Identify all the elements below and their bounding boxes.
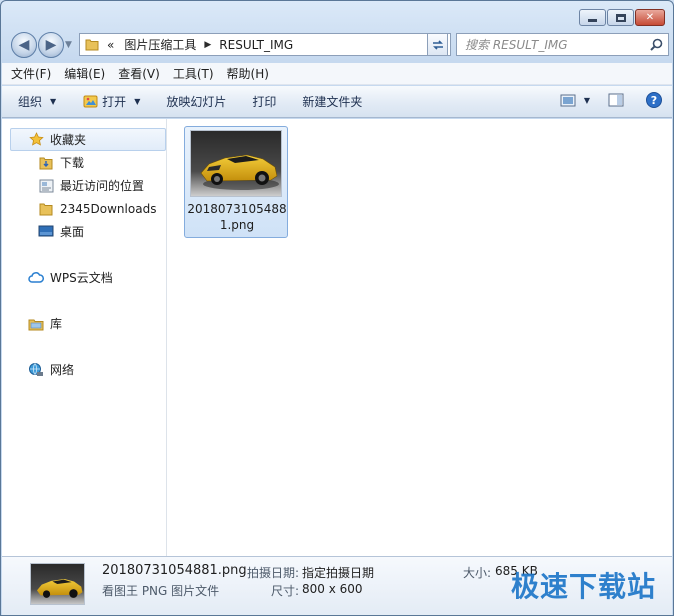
organize-button[interactable]: 组织 ▼ (18, 93, 56, 110)
forward-button[interactable]: ▶ (38, 32, 64, 58)
menu-help[interactable]: 帮助(H) (227, 65, 269, 82)
details-file-name: 20180731054881.png (102, 563, 247, 578)
details-dims-label: 尺寸: (271, 584, 300, 598)
desktop-icon (38, 224, 54, 240)
refresh-icon (432, 39, 443, 50)
close-button[interactable]: ✕ (635, 9, 665, 26)
forward-arrow-icon: ▶ (45, 37, 57, 53)
help-button[interactable]: ? (646, 92, 662, 108)
slideshow-button[interactable]: 放映幻灯片 (166, 93, 226, 110)
recent-places-icon (38, 178, 54, 194)
chevron-down-icon: ▼ (583, 95, 590, 105)
sidebar-item-desktop[interactable]: 桌面 (38, 220, 84, 243)
cloud-icon (28, 270, 44, 286)
chevron-down-icon: ▼ (134, 97, 141, 106)
details-size-label: 大小: (463, 566, 492, 580)
sidebar-item-library[interactable]: 库 (28, 312, 62, 335)
sidebar-item-label: WPS云文档 (50, 271, 113, 285)
open-label: 打开 (102, 95, 127, 109)
details-pane: 20180731054881.png 看图王 PNG 图片文件 拍摄日期: 指定… (2, 556, 672, 615)
back-button[interactable]: ◀ (11, 32, 37, 58)
back-arrow-icon: ◀ (18, 37, 30, 53)
sidebar-item-favorites[interactable]: 收藏夹 (10, 128, 166, 151)
folder-icon (38, 201, 54, 217)
main-area: 收藏夹 下载 最近访问的位置 2345Downloads 桌面 WPS云文档 库… (2, 119, 672, 556)
preview-pane-button[interactable] (608, 93, 624, 107)
details-date-value[interactable]: 指定拍摄日期 (302, 564, 374, 581)
sidebar-item-network[interactable]: 网络 (28, 358, 74, 381)
sidebar-item-label: 2345Downloads (60, 201, 157, 216)
sidebar-item-label: 下载 (60, 156, 85, 170)
view-controls: ▼ ? (560, 92, 662, 108)
sidebar-item-2345downloads[interactable]: 2345Downloads (38, 197, 156, 220)
yellow-suv-image-icon (31, 564, 84, 604)
search-placeholder: 搜索 RESULT_IMG (465, 38, 568, 52)
command-bar: 组织 ▼ 打开 ▼ 放映幻灯片 打印 新建文件夹 ▼ ? (2, 86, 672, 118)
chevron-down-icon: ▼ (50, 97, 57, 106)
file-list-area[interactable]: 20180731054881.png (168, 119, 664, 556)
file-thumbnail (190, 130, 282, 197)
address-row: ◀ ▶ ▼ « 图片压缩工具 ▶ RESULT_IMG ▼ 搜索 RESULT_… (9, 31, 669, 59)
recent-pages-dropdown[interactable]: ▼ (65, 40, 72, 50)
sidebar-item-label: 网络 (50, 363, 75, 377)
sidebar-item-recent-places[interactable]: 最近访问的位置 (38, 174, 144, 197)
site-watermark-logo: 极速下载站 (510, 570, 656, 603)
sidebar-item-downloads[interactable]: 下载 (38, 151, 84, 174)
slideshow-label: 放映幻灯片 (166, 95, 227, 109)
folder-icon (84, 37, 100, 53)
image-viewer-icon (82, 94, 98, 110)
search-input[interactable]: 搜索 RESULT_IMG (456, 33, 669, 56)
maximize-icon (615, 13, 626, 22)
vertical-scrollbar[interactable] (666, 119, 672, 556)
sidebar-item-label: 收藏夹 (50, 133, 87, 147)
details-dims-value: 800 x 600 (302, 582, 363, 596)
breadcrumb-overflow[interactable]: « (102, 34, 119, 55)
file-item[interactable]: 20180731054881.png (184, 126, 288, 238)
breadcrumb-item-image-tool[interactable]: 图片压缩工具 (119, 34, 201, 55)
help-icon: ? (646, 92, 662, 108)
address-bar[interactable]: « 图片压缩工具 ▶ RESULT_IMG ▼ (79, 33, 451, 56)
print-label: 打印 (252, 95, 277, 109)
caption-buttons: ✕ (578, 9, 665, 26)
menu-bar: 文件(F) 编辑(E) 查看(V) 工具(T) 帮助(H) (2, 63, 672, 85)
details-file-type: 看图王 PNG 图片文件 (102, 584, 220, 598)
download-folder-icon (38, 155, 54, 171)
svg-text:?: ? (651, 94, 657, 107)
star-icon (28, 132, 44, 148)
menu-view[interactable]: 查看(V) (118, 65, 160, 82)
network-icon (28, 362, 44, 378)
library-icon (28, 316, 44, 332)
minimize-button[interactable] (579, 9, 606, 26)
explorer-window: ✕ ◀ ▶ ▼ « 图片压缩工具 ▶ RESULT_IMG ▼ 搜索 RESUL… (0, 0, 674, 616)
preview-pane-icon (608, 93, 624, 107)
search-icon[interactable] (650, 38, 663, 51)
menu-edit[interactable]: 编辑(E) (64, 65, 105, 82)
maximize-button[interactable] (607, 9, 634, 26)
breadcrumb-separator-icon[interactable]: ▶ (201, 40, 214, 50)
sidebar-item-label: 桌面 (60, 225, 85, 239)
view-thumbnail-icon (560, 94, 576, 106)
new-folder-label: 新建文件夹 (302, 95, 363, 109)
organize-label: 组织 (18, 95, 43, 109)
refresh-button[interactable] (427, 33, 448, 56)
menu-tools[interactable]: 工具(T) (173, 65, 214, 82)
menu-file[interactable]: 文件(F) (11, 65, 51, 82)
yellow-suv-image-icon (191, 131, 281, 196)
open-button[interactable]: 打开 ▼ (82, 93, 140, 110)
print-button[interactable]: 打印 (252, 93, 276, 110)
details-date-label: 拍摄日期: (247, 566, 300, 580)
minimize-icon (588, 19, 597, 22)
view-options-button[interactable]: ▼ (560, 94, 590, 107)
sidebar-item-label: 最近访问的位置 (60, 179, 145, 193)
sidebar-item-label: 库 (50, 317, 63, 331)
details-thumbnail (30, 563, 85, 605)
sidebar-item-wps-cloud[interactable]: WPS云文档 (28, 266, 113, 289)
close-icon: ✕ (645, 12, 655, 23)
navigation-pane: 收藏夹 下载 最近访问的位置 2345Downloads 桌面 WPS云文档 库… (2, 119, 167, 556)
file-name: 20180731054881.png (187, 202, 287, 232)
new-folder-button[interactable]: 新建文件夹 (302, 93, 362, 110)
breadcrumb-item-result-img[interactable]: RESULT_IMG (214, 34, 298, 55)
